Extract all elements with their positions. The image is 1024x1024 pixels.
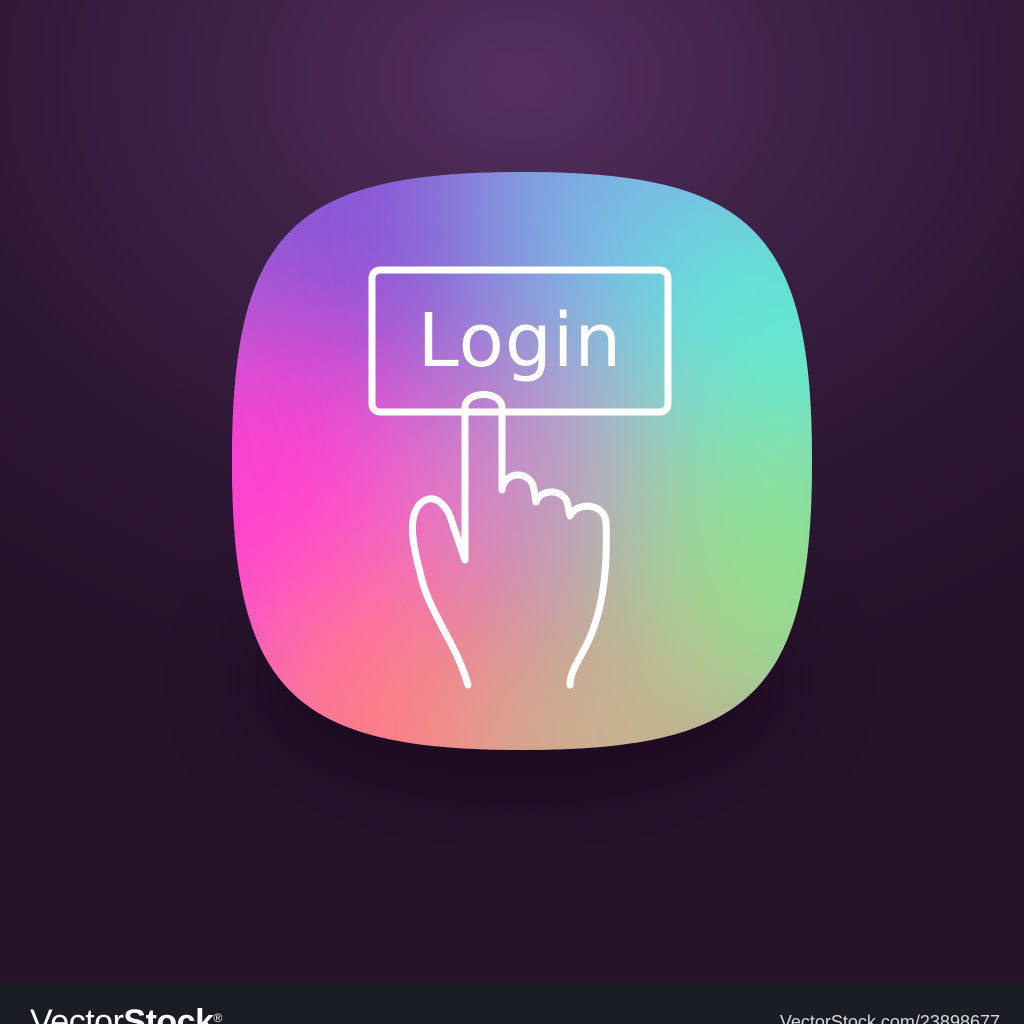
- watermark-footer: VectorStock® VectorStock.com/23898677: [0, 982, 1024, 1024]
- icon-gradient-background: [232, 172, 812, 750]
- login-label: Login: [417, 298, 623, 384]
- canvas: Login VectorStock® VectorStock.com/23898…: [0, 0, 1024, 1024]
- watermark-url: VectorStock.com/23898677: [779, 1012, 1000, 1024]
- app-icon[interactable]: Login: [232, 172, 812, 750]
- vectorstock-logo: VectorStock®: [30, 1002, 222, 1024]
- brand-mark: ®: [213, 1011, 222, 1024]
- login-hand-icon: [232, 172, 812, 750]
- brand-bold: Stock: [123, 1003, 214, 1024]
- brand-light: Vector: [30, 1003, 124, 1024]
